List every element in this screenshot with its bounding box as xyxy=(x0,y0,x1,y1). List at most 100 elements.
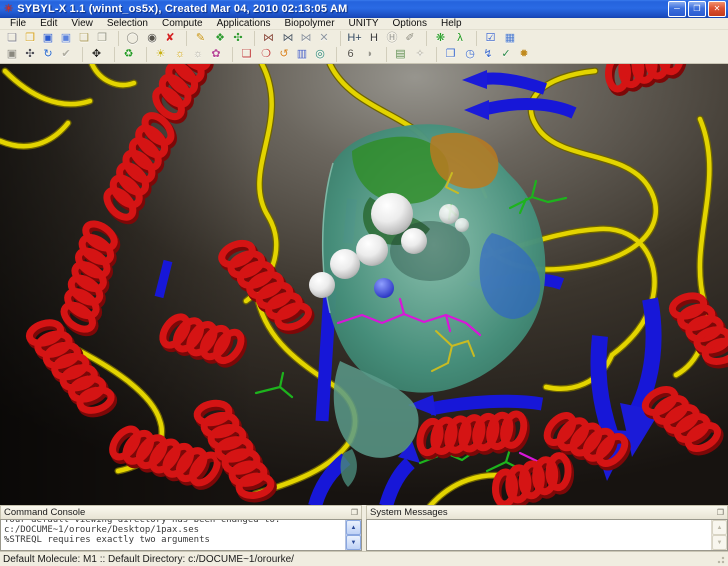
clock-window-icon: ◷ xyxy=(465,48,475,61)
menu-edit[interactable]: Edit xyxy=(33,18,64,29)
render-quality-button[interactable]: ✹ xyxy=(515,47,533,62)
new-file-button[interactable]: ❏ xyxy=(3,31,21,46)
scene-image-button[interactable]: ▤ xyxy=(386,47,411,62)
ring-fragment-button[interactable]: ❋ xyxy=(426,31,451,46)
session-globe-button[interactable]: ◎ xyxy=(311,47,329,62)
title-bar[interactable]: ✳ SYBYL-X 1.1 (winnt_os5x), Created Mar … xyxy=(0,0,728,18)
spreadsheet-button[interactable]: ☑ xyxy=(476,31,501,46)
scroll-down-icon[interactable]: ▼ xyxy=(346,535,361,550)
command-console-header[interactable]: Command Console ❐ xyxy=(0,505,362,519)
split-bond-icon: ✕ xyxy=(319,32,328,45)
minimize-energy-button[interactable]: ✣ xyxy=(229,31,247,46)
broadcast-button[interactable]: ✧ xyxy=(411,47,429,62)
palette-icon: ✿ xyxy=(211,48,220,61)
hide-hydrogens-button[interactable]: Ⓗ xyxy=(383,31,401,46)
color-palette-button[interactable]: ✿ xyxy=(207,47,225,62)
console-scrollbar[interactable]: ▲ ▼ xyxy=(345,520,361,550)
window-title: SYBYL-X 1.1 (winnt_os5x), Created Mar 04… xyxy=(17,3,668,15)
system-messages-header[interactable]: System Messages ❐ xyxy=(366,505,728,519)
perspective-button[interactable]: ✣ xyxy=(21,47,39,62)
globe-paint-icon: ✹ xyxy=(519,48,528,61)
history-window-button[interactable]: ◷ xyxy=(461,47,479,62)
save-as-button[interactable]: ▣ xyxy=(57,31,75,46)
delete-button[interactable]: ✘ xyxy=(161,31,179,46)
screen-colors-icon: ▥ xyxy=(297,48,307,61)
check-icon: ✔ xyxy=(61,48,70,61)
build-molecule-button[interactable]: ❖ xyxy=(211,31,229,46)
probe-tool-button[interactable]: ✐ xyxy=(401,31,419,46)
stereo-view-icon: ✣ xyxy=(25,48,34,61)
export-button[interactable]: ❐ xyxy=(93,31,111,46)
scroll-up-icon[interactable]: ▲ xyxy=(712,520,727,535)
menu-view[interactable]: View xyxy=(64,18,100,29)
zoom-region-button[interactable]: ❑ xyxy=(232,47,257,62)
menu-file[interactable]: File xyxy=(3,18,33,29)
display-mode-button[interactable]: ▣ xyxy=(3,47,21,62)
molecule-viewport[interactable] xyxy=(0,64,728,505)
table-view-button[interactable]: ▦ xyxy=(501,31,519,46)
display-settings-button[interactable]: ▥ xyxy=(293,47,311,62)
mouse-icon: ◗ xyxy=(367,48,374,61)
close-button[interactable]: ✕ xyxy=(708,1,726,17)
resize-grip[interactable] xyxy=(715,554,725,564)
split-molecule-button[interactable]: ✕ xyxy=(315,31,333,46)
connection-button[interactable]: ↯ xyxy=(479,47,497,62)
sphere-icon: ◯ xyxy=(126,32,138,45)
table-icon: ▦ xyxy=(505,32,515,45)
screenshot-button[interactable]: ◉ xyxy=(143,31,161,46)
panel-detach-icon[interactable]: ❐ xyxy=(717,509,724,517)
system-messages-output[interactable]: ▲ ▼ xyxy=(366,519,728,551)
fuse-atoms-icon: ⋈ xyxy=(263,32,274,45)
menu-applications[interactable]: Applications xyxy=(210,18,278,29)
save-button[interactable]: ▣ xyxy=(39,31,57,46)
add-hydrogens-button[interactable]: H+ xyxy=(340,31,365,46)
add-light-button[interactable]: ☀ xyxy=(146,47,171,62)
command-console-output[interactable]: Your default viewing directory has been … xyxy=(0,519,362,551)
scroll-down-icon[interactable]: ▼ xyxy=(712,535,727,550)
menu-biopolymer[interactable]: Biopolymer xyxy=(278,18,342,29)
system-messages-scrollbar[interactable]: ▲ ▼ xyxy=(711,520,727,550)
menu-compute[interactable]: Compute xyxy=(155,18,210,29)
rotate-view-button[interactable]: ↺ xyxy=(275,47,293,62)
lightbulb-off-icon: ☼ xyxy=(193,48,203,61)
open-file-button[interactable]: ❒ xyxy=(21,31,39,46)
panel-detach-icon[interactable]: ❐ xyxy=(351,509,358,517)
menu-unity[interactable]: UNITY xyxy=(342,18,386,29)
light-off-button[interactable]: ☼ xyxy=(189,47,207,62)
remote-display-button[interactable]: ✓ xyxy=(497,47,515,62)
light-on-button[interactable]: ☼ xyxy=(171,47,189,62)
save-icon: ▣ xyxy=(43,32,53,45)
sybyl-window: ✳ SYBYL-X 1.1 (winnt_os5x), Created Mar … xyxy=(0,0,728,564)
mouse-mode-button[interactable]: 6 xyxy=(336,47,361,62)
render-sphere-button[interactable]: ◯ xyxy=(118,31,143,46)
menu-help[interactable]: Help xyxy=(434,18,469,29)
reset-view-button[interactable]: ♻ xyxy=(114,47,139,62)
export-file-icon: ❐ xyxy=(97,32,107,45)
merge-molecules-button[interactable]: ⋈ xyxy=(297,31,315,46)
translate-view-button[interactable]: ✥ xyxy=(82,47,107,62)
status-text: Default Molecule: M1 :: Default Director… xyxy=(3,554,715,565)
sketch-molecule-button[interactable]: ✎ xyxy=(186,31,211,46)
import-button[interactable]: ❏ xyxy=(75,31,93,46)
center-view-button[interactable]: ❍ xyxy=(257,47,275,62)
residue-builder-button[interactable]: λ xyxy=(451,31,469,46)
pencil-icon: ✎ xyxy=(196,32,205,45)
display-box-icon: ▣ xyxy=(7,48,17,61)
window-controls: ─ ❐ ✕ xyxy=(668,1,726,17)
menu-options[interactable]: Options xyxy=(386,18,434,29)
cascade-windows-button[interactable]: ❐ xyxy=(436,47,461,62)
scroll-up-icon[interactable]: ▲ xyxy=(346,520,361,535)
fit-atoms-button[interactable]: ⋈ xyxy=(279,31,297,46)
fit-atoms-icon: ⋈ xyxy=(283,32,294,45)
menu-selection[interactable]: Selection xyxy=(100,18,155,29)
show-hydrogens-button[interactable]: H xyxy=(365,31,383,46)
fuse-rings-button[interactable]: ⋈ xyxy=(254,31,279,46)
minimize-button[interactable]: ─ xyxy=(668,1,686,17)
antenna-icon: ✧ xyxy=(415,48,424,61)
restore-button[interactable]: ❐ xyxy=(688,1,706,17)
apply-button[interactable]: ✔ xyxy=(57,47,75,62)
new-file-icon: ❏ xyxy=(7,32,17,45)
mouse-settings-button[interactable]: ◗ xyxy=(361,47,379,62)
console-line: c:/DOCUME~1/orourke/Desktop/1pax.ses xyxy=(4,525,345,535)
refresh-view-button[interactable]: ↻ xyxy=(39,47,57,62)
